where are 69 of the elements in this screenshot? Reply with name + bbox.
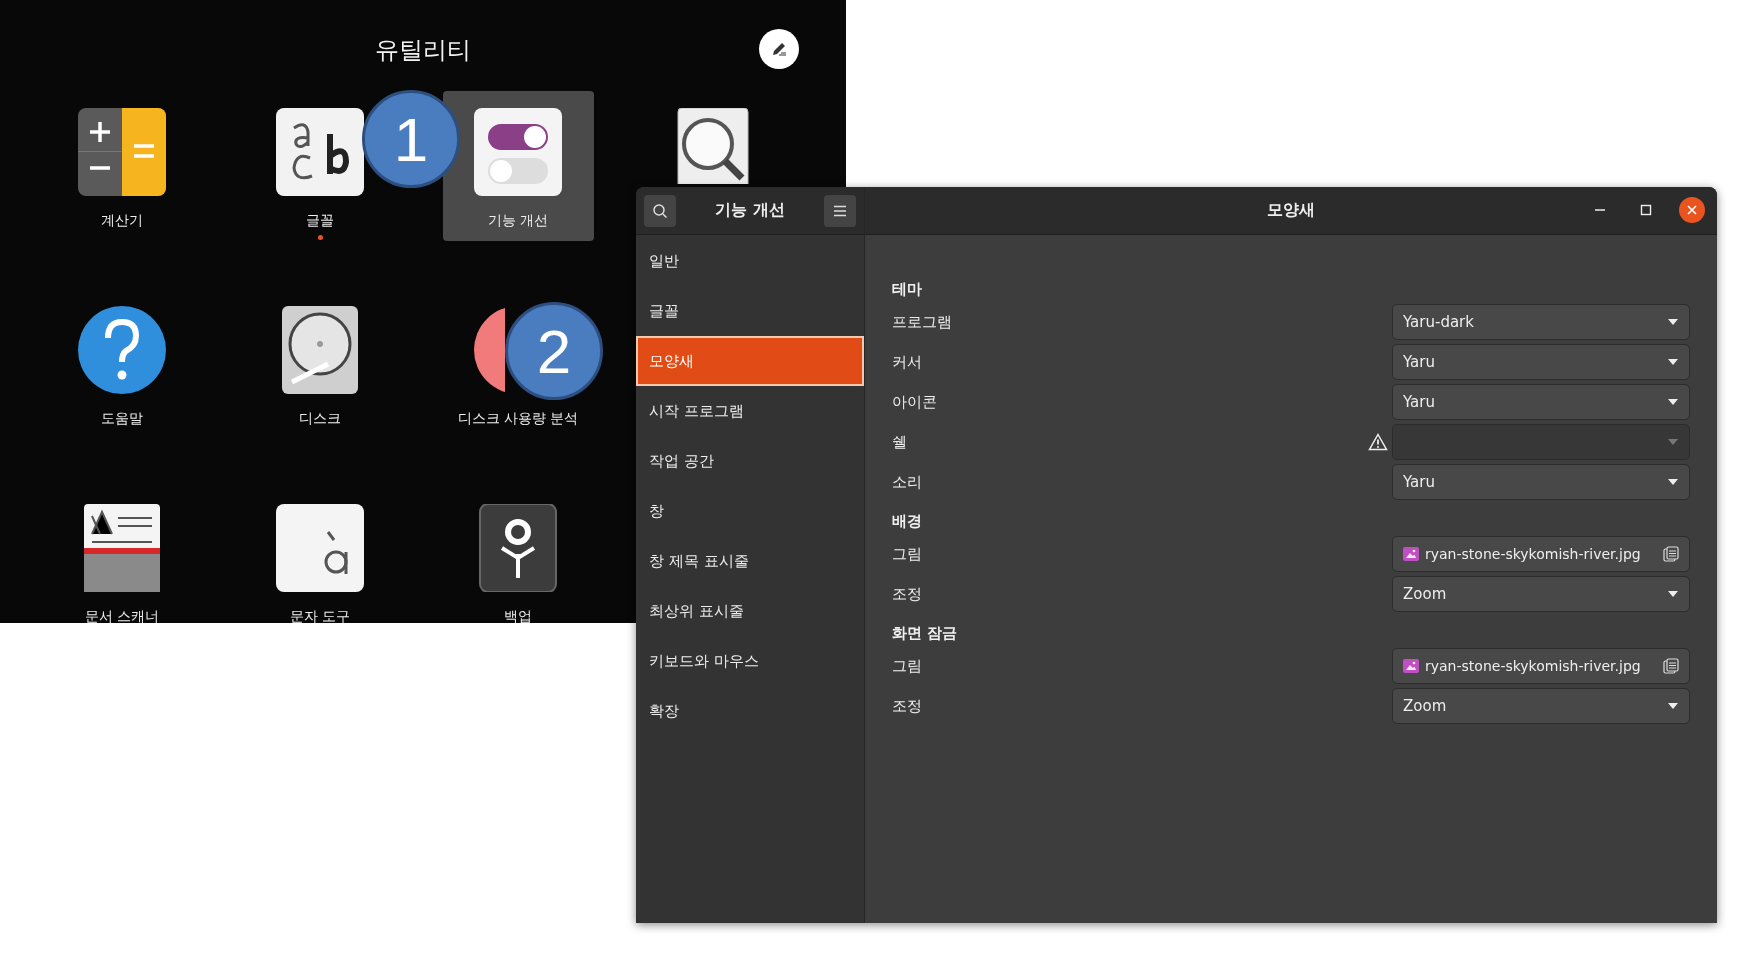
edit-button[interactable] bbox=[759, 29, 799, 69]
sidebar-item[interactable]: 확장 bbox=[636, 686, 864, 736]
menu-button[interactable] bbox=[824, 194, 856, 227]
setting-label: 프로그램 bbox=[892, 312, 953, 332]
close-button[interactable] bbox=[1679, 197, 1705, 223]
sidebar-item[interactable]: 시작 프로그램 bbox=[636, 386, 864, 436]
setting-label: 커서 bbox=[892, 352, 923, 372]
dropdown-arrow-icon bbox=[1667, 318, 1679, 326]
search-button[interactable] bbox=[644, 194, 676, 227]
setting-label: 조정 bbox=[892, 584, 923, 604]
dropdown[interactable]: Zoom bbox=[1392, 688, 1690, 724]
app-label[interactable]: 계산기 bbox=[101, 212, 143, 230]
app-label[interactable]: 디스크 bbox=[299, 410, 341, 428]
app-tile[interactable]: 기능 개선 bbox=[442, 91, 594, 241]
sidebar-item[interactable]: 키보드와 마우스 bbox=[636, 636, 864, 686]
documents-icon bbox=[1663, 546, 1679, 562]
section-heading: 화면 잠금 bbox=[892, 622, 959, 644]
pencil-icon bbox=[770, 40, 788, 58]
app-label[interactable]: 문서 스캐너 bbox=[84, 608, 160, 623]
help-icon[interactable] bbox=[78, 306, 166, 394]
setting-label: 아이콘 bbox=[892, 392, 938, 412]
menu-icon bbox=[833, 204, 847, 217]
app-label[interactable]: 백업 bbox=[504, 608, 532, 623]
image-file-icon bbox=[1403, 659, 1419, 673]
sidebar-item[interactable]: 모양새 bbox=[636, 336, 864, 386]
sidebar-title: 기능 개선 bbox=[715, 200, 785, 221]
section-heading: 배경 bbox=[892, 510, 923, 532]
sidebar-item[interactable]: 창 제목 표시줄 bbox=[636, 536, 864, 586]
search-icon bbox=[652, 202, 668, 219]
dropdown-arrow-icon bbox=[1667, 438, 1679, 446]
sidebar-item[interactable]: 글꼴 bbox=[636, 286, 864, 336]
window-title: 모양새 bbox=[1267, 200, 1315, 221]
section-heading: 테마 bbox=[892, 278, 923, 300]
close-icon bbox=[1686, 204, 1698, 216]
image-file-icon bbox=[1403, 547, 1419, 561]
font-sample-icon[interactable] bbox=[276, 108, 364, 196]
dropdown[interactable]: Yaru bbox=[1392, 464, 1690, 500]
calculator-icon[interactable] bbox=[78, 108, 166, 196]
sidebar-item[interactable]: 작업 공간 bbox=[636, 436, 864, 486]
dropdown[interactable]: Yaru-dark bbox=[1392, 304, 1690, 340]
app-label[interactable]: 디스크 사용량 분석 bbox=[457, 410, 579, 428]
documents-icon bbox=[1663, 658, 1679, 674]
app-label[interactable]: 문자 도구 bbox=[289, 608, 351, 623]
file-chooser-button[interactable]: ryan-stone-skykomish-river.jpg bbox=[1392, 648, 1690, 684]
app-label[interactable]: 글꼴 bbox=[306, 212, 334, 230]
dropdown-arrow-icon bbox=[1667, 358, 1679, 366]
app-label[interactable]: 도움말 bbox=[101, 410, 143, 428]
setting-label: 그림 bbox=[892, 656, 923, 676]
dropdown-arrow-icon bbox=[1667, 478, 1679, 486]
file-chooser-button[interactable]: ryan-stone-skykomish-river.jpg bbox=[1392, 536, 1690, 572]
toggle-switches-icon[interactable] bbox=[474, 108, 562, 196]
sidebar-item[interactable]: 창 bbox=[636, 486, 864, 536]
setting-label: 그림 bbox=[892, 544, 923, 564]
dropdown[interactable]: Yaru bbox=[1392, 344, 1690, 380]
maximize-icon bbox=[1640, 204, 1652, 216]
setting-label: 조정 bbox=[892, 696, 923, 716]
setting-label: 쉘 bbox=[892, 432, 908, 452]
sidebar-item[interactable]: 일반 bbox=[636, 236, 864, 286]
dropdown-arrow-icon bbox=[1667, 398, 1679, 406]
minimize-icon bbox=[1594, 209, 1606, 211]
sidebar-item[interactable]: 최상위 표시줄 bbox=[636, 586, 864, 636]
folder-title: 유틸리티 bbox=[375, 34, 471, 66]
dropdown-arrow-icon bbox=[1667, 702, 1679, 710]
dropdown[interactable]: Zoom bbox=[1392, 576, 1690, 612]
app-label[interactable]: 기능 개선 bbox=[487, 212, 549, 230]
dropdown[interactable]: Yaru bbox=[1392, 384, 1690, 420]
setting-label: 소리 bbox=[892, 472, 923, 492]
dropdown-arrow-icon bbox=[1667, 590, 1679, 598]
characters-icon[interactable] bbox=[276, 504, 364, 592]
